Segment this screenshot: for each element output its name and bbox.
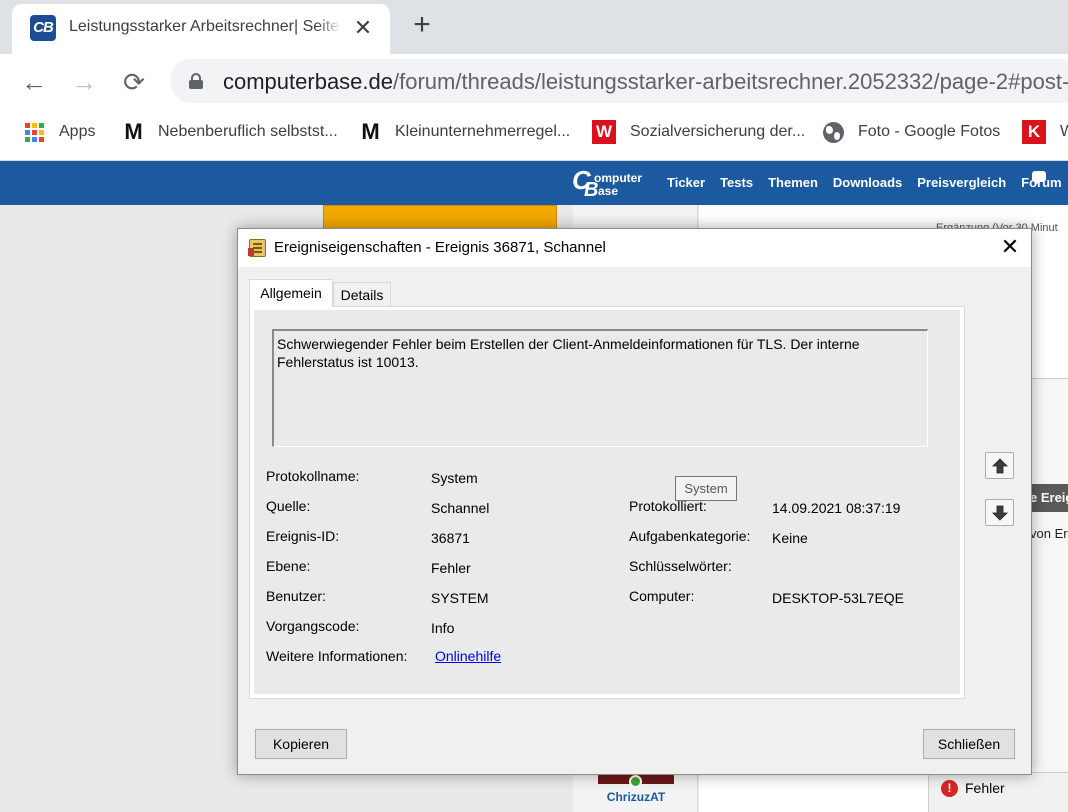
medium-m-icon: M [124, 119, 142, 144]
error-level-text: Fehler [965, 780, 1005, 796]
lock-icon[interactable] [189, 73, 203, 89]
site-header: C omputer B ase Ticker Tests Themen Down… [0, 161, 1068, 205]
event-description-box[interactable]: Schwerwiegender Fehler beim Erstellen de… [272, 329, 928, 447]
chat-bubble-icon[interactable] [1032, 171, 1046, 186]
logged-value[interactable]: 14.09.2021 08:37:19 [772, 500, 900, 516]
bookmark-label: Sozialversicherung der... [630, 123, 806, 140]
browser-tab[interactable]: CB Leistungsstarker Arbeitsrechner| Seit… [12, 4, 390, 54]
bookmark-label: Kleinunternehmerregel... [395, 123, 571, 140]
browser-tab-strip: CB Leistungsstarker Arbeitsrechner| Seit… [0, 0, 1068, 54]
dialog-title: Ereigniseigenschaften - Ereignis 36871, … [274, 239, 606, 256]
computerbase-favicon-icon: CB [30, 15, 56, 41]
embedded-event-row: ! Fehler [928, 772, 1068, 812]
url-text[interactable]: computerbase.de/forum/threads/leistungss… [223, 69, 1068, 95]
site-nav: Ticker Tests Themen Downloads Preisvergl… [667, 175, 1068, 190]
general-tab-panel: Schwerwiegender Fehler beim Erstellen de… [249, 306, 965, 699]
dialog-titlebar[interactable]: Ereigniseigenschaften - Ereignis 36871, … [238, 229, 1031, 267]
general-tab-content: Schwerwiegender Fehler beim Erstellen de… [254, 310, 960, 694]
embedded-screenshot-header: e Ereig [1030, 484, 1068, 512]
new-tab-button[interactable]: + [406, 10, 438, 42]
online-help-link[interactable]: Onlinehilfe [435, 648, 501, 664]
event-id-value[interactable]: 36871 [431, 530, 470, 546]
bookmark-k[interactable]: K W [1022, 119, 1068, 145]
w-brand-icon: W [592, 120, 616, 144]
logo-top-text: omputer [594, 171, 642, 185]
bookmark-kleinunternehmer[interactable]: M Kleinunternehmerregel... [359, 119, 570, 145]
tab-allgemein[interactable]: Allgemein [249, 279, 333, 307]
copy-button[interactable]: Kopieren [255, 729, 347, 759]
reload-icon[interactable]: ⟳ [116, 64, 152, 100]
user-card[interactable]: ChrizuzAT [598, 772, 674, 812]
opcode-value[interactable]: Info [431, 620, 454, 636]
user-name[interactable]: ChrizuzAT [598, 790, 674, 804]
globe-icon [822, 121, 844, 143]
event-viewer-icon [248, 239, 266, 257]
close-icon[interactable]: ✕ [996, 235, 1024, 261]
bookmark-nebenberuflich[interactable]: M Nebenberuflich selbstst... [122, 119, 338, 145]
log-name-label: Protokollname: [266, 468, 360, 484]
computer-value[interactable]: DESKTOP-53L7EQE [772, 590, 904, 606]
log-name-value[interactable]: System [431, 470, 478, 486]
user-label: Benutzer: [266, 588, 326, 604]
event-properties-dialog: Ereigniseigenschaften - Ereignis 36871, … [237, 228, 1032, 775]
error-icon: ! [941, 780, 958, 797]
opcode-label: Vorgangscode: [266, 618, 360, 634]
back-arrow-icon[interactable]: ← [16, 64, 52, 100]
nav-ticker[interactable]: Ticker [667, 175, 705, 190]
nav-themen[interactable]: Themen [768, 175, 818, 190]
nav-tests[interactable]: Tests [720, 175, 753, 190]
task-category-label: Aufgabenkategorie: [629, 528, 751, 544]
bookmark-label: Apps [59, 123, 96, 140]
k-brand-icon: K [1022, 120, 1046, 144]
url-host: computerbase.de [223, 69, 393, 94]
apps-grid-icon [23, 121, 45, 143]
logo-bottom-text: ase [598, 184, 619, 198]
keywords-label: Schlüsselwörter: [629, 558, 732, 574]
level-value[interactable]: Fehler [431, 560, 471, 576]
bookmark-label: W [1060, 123, 1068, 140]
bookmark-label: Foto - Google Fotos [858, 123, 1001, 140]
online-badge-icon [629, 775, 642, 788]
tab-close-icon[interactable]: ✕ [350, 15, 376, 41]
source-value[interactable]: Schannel [431, 500, 489, 516]
arrow-down-icon [992, 505, 1008, 521]
next-event-button[interactable] [985, 499, 1014, 526]
bookmark-sozialversicherung[interactable]: W Sozialversicherung der... [592, 119, 805, 145]
bookmark-google-fotos[interactable]: Foto - Google Fotos [822, 119, 1000, 145]
bookmarks-bar: Apps M Nebenberuflich selbstst... M Klei… [0, 109, 1068, 161]
tab-title: Leistungsstarker Arbeitsrechner| Seite 2 [69, 18, 341, 36]
embedded-screenshot-text: von Er [1030, 526, 1068, 541]
arrow-up-icon [992, 458, 1008, 474]
forward-arrow-icon[interactable]: → [66, 64, 102, 100]
computer-label: Computer: [629, 588, 695, 604]
close-button[interactable]: Schließen [923, 729, 1015, 759]
level-label: Ebene: [266, 558, 311, 574]
url-path: /forum/threads/leistungsstarker-arbeitsr… [393, 69, 1068, 94]
previous-event-button[interactable] [985, 452, 1014, 479]
event-id-label: Ereignis-ID: [266, 528, 340, 544]
source-label: Quelle: [266, 498, 311, 514]
computerbase-logo[interactable]: C omputer B ase [572, 165, 652, 201]
logo-b: B [584, 179, 599, 201]
nav-downloads[interactable]: Downloads [833, 175, 902, 190]
embedded-screenshot-panel [1030, 378, 1068, 812]
task-category-value[interactable]: Keine [772, 530, 808, 546]
medium-m-icon: M [361, 119, 379, 144]
tab-details[interactable]: Details [333, 282, 391, 307]
bookmark-label: Nebenberuflich selbstst... [158, 123, 338, 140]
user-value[interactable]: SYSTEM [431, 590, 489, 606]
tooltip: System [675, 476, 737, 501]
address-bar[interactable]: computerbase.de/forum/threads/leistungss… [170, 59, 1068, 103]
more-info-label: Weitere Informationen: [266, 648, 408, 664]
nav-preisvergleich[interactable]: Preisvergleich [917, 175, 1006, 190]
browser-toolbar: ← → ⟳ computerbase.de/forum/threads/leis… [0, 54, 1068, 109]
bookmark-apps[interactable]: Apps [23, 119, 95, 145]
